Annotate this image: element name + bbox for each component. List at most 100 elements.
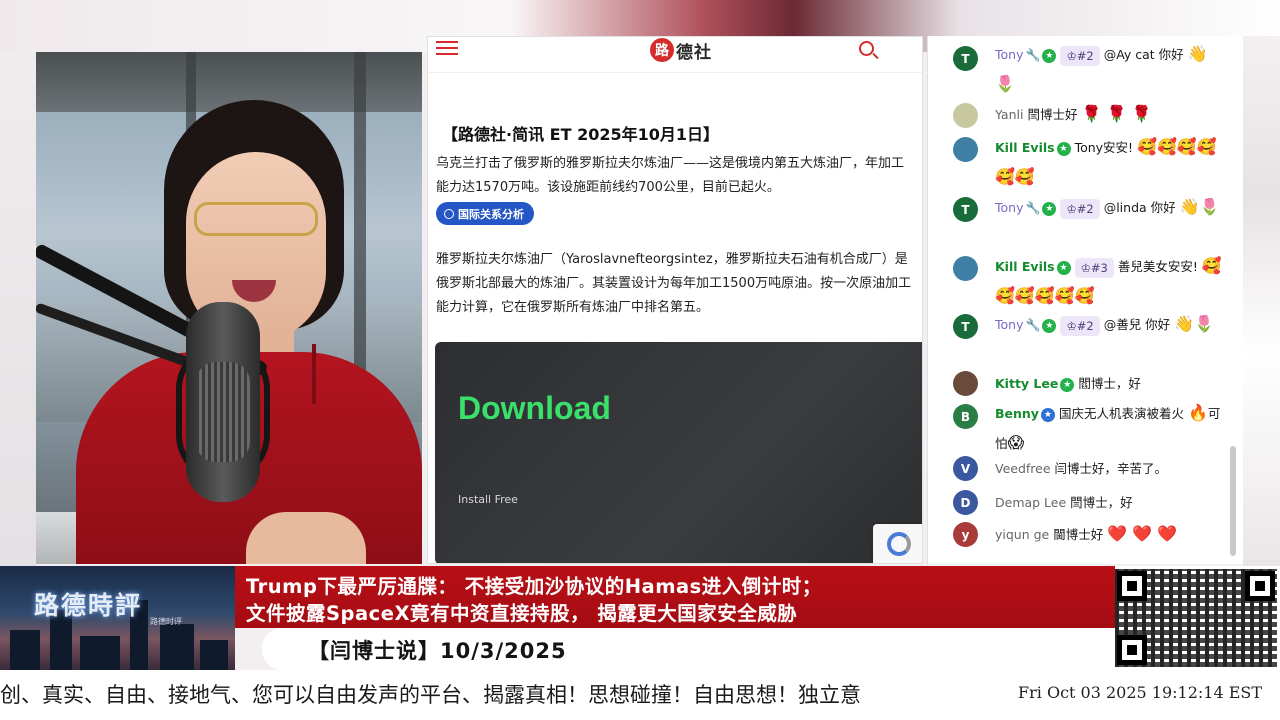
background-left [0,52,36,566]
qr-finder-pattern [1117,635,1147,665]
channel-logo-panel: 路德時評 路德时评 [0,566,235,670]
chat-text: Tony安安! [1074,140,1134,155]
category-tag-button[interactable]: 国际关系分析 [436,202,534,225]
wrench-icon: 🔧 [1025,48,1041,62]
moderator-badge-icon: ★ [1042,201,1057,216]
chat-emoji: 👋🌷 [1179,197,1220,216]
chat-username[interactable]: Kitty Lee [995,376,1058,391]
avatar[interactable] [953,103,978,128]
chat-message: Kitty Lee ★ 閻博士，好 [928,369,1228,399]
chat-username[interactable]: Kill Evils [995,259,1055,274]
category-tag-label: 国际关系分析 [458,207,524,221]
moderator-badge-icon: ★ [1042,318,1057,333]
search-icon[interactable] [859,41,874,56]
chat-text: 閆博士好 [1027,107,1078,122]
article-webpage: 路 德社 【路德社·简讯 ET 2025年10月1日】 乌克兰打击了俄罗斯的雅罗… [427,36,923,564]
chat-text: 闫博士好，辛苦了。 [1054,461,1168,476]
recaptcha-badge[interactable] [873,524,922,563]
chat-message: D Demap Lee 閆博士，好 [928,488,1228,518]
chat-username[interactable]: Demap Lee [995,495,1066,510]
advertisement-banner[interactable]: Download Install Free [435,342,922,563]
verified-badge-icon: ★ [1040,407,1055,422]
moderator-badge-icon: ★ [1042,48,1057,63]
chat-message: y yiqun ge 閫博士好 ❤️ ❤️ ❤️ [928,520,1228,550]
rank-badge: ♔#2 [1060,198,1100,219]
avatar[interactable] [953,256,978,281]
chat-text: @Ay cat 你好 [1103,47,1184,62]
clock: Fri Oct 03 2025 19:12:14 EST [1018,683,1263,702]
ad-install-text[interactable]: Install Free [458,493,518,506]
moderator-badge-icon: ★ [1056,141,1071,156]
avatar[interactable]: B [953,404,978,429]
qr-finder-pattern [1245,571,1275,601]
menu-icon[interactable] [436,41,458,55]
chat-emoji: 👋🌷 [1174,314,1215,333]
chat-text: 国庆无人机表演被着火 [1058,406,1184,421]
wrench-icon: 🔧 [1025,318,1041,332]
skyline-building [80,636,120,670]
chat-scrollbar[interactable] [1230,446,1236,556]
chat-message: Kill Evils ★ Tony安安! 🥰🥰🥰🥰🥰🥰 [928,133,1228,191]
chat-message: T Tony 🔧 ★ ♔#2 @善兒 你好 👋🌷 [928,310,1228,368]
moderator-badge-icon: ★ [1056,260,1071,275]
chat-username[interactable]: Tony [995,47,1023,62]
qr-finder-pattern [1117,571,1147,601]
skyline-building [200,640,228,670]
chat-username[interactable]: Veedfree [995,461,1051,476]
chat-text: 閆博士，好 [1070,495,1133,510]
circle-arrow-icon [444,208,454,219]
chat-username[interactable]: Yanli [995,107,1023,122]
rank-badge: ♔#2 [1060,45,1100,66]
live-chat: T Tony 🔧 ★ ♔#2 @Ay cat 你好 👋🌷 Yanli 閆博士好 🌹 🌹 … [927,36,1243,564]
chat-emoji: 🌹 🌹 🌹 [1081,104,1152,123]
chat-message: B Benny ★ 国庆无人机表演被着火 🔥可怕😱 [928,399,1228,457]
host-video [36,52,422,564]
avatar[interactable]: V [953,456,978,481]
moderator-badge-icon: ★ [1060,377,1075,392]
chat-text: @linda 你好 [1103,200,1176,215]
channel-logo-subtitle: 路德时评 [150,617,182,626]
fire-emoji: 🔥 [1187,403,1208,422]
chat-message: T Tony 🔧 ★ ♔#2 @Ay cat 你好 👋🌷 [928,40,1228,98]
show-title: 【闫博士说】10/3/2025 [308,639,567,663]
headline-line-2: 文件披露SpaceX竟有中资直接持股， 揭露更大国家安全威胁 [246,602,798,625]
chat-text: 善兒美女安安! [1117,259,1198,274]
host-glasses [194,202,318,236]
site-logo[interactable]: 路 德社 [650,37,716,63]
chat-username[interactable]: yiqun ge [995,527,1049,542]
headline-line-1: Trump下最严厉通牒： 不接受加沙协议的Hamas进入倒计时； [246,575,822,598]
chat-message: V Veedfree 闫博士好，辛苦了。 [928,454,1228,484]
background-right [1243,36,1280,566]
chat-emoji: ❤️ ❤️ ❤️ [1107,524,1178,543]
wrench-icon: 🔧 [1025,201,1041,215]
avatar[interactable]: D [953,490,978,515]
chat-text: 閫博士好 [1053,527,1104,542]
logo-text: 德社 [676,42,712,63]
article-header: 路 德社 [428,37,922,73]
avatar[interactable]: T [953,46,978,71]
chat-message: Yanli 閆博士好 🌹 🌹 🌹 [928,100,1228,132]
chat-text: @善兒 你好 [1103,317,1171,332]
chat-username[interactable]: Tony [995,200,1023,215]
skyline-building [10,630,40,670]
stream-screen: 路 德社 【路德社·简讯 ET 2025年10月1日】 乌克兰打击了俄罗斯的雅罗… [0,0,1280,720]
avatar[interactable] [953,371,978,396]
channel-logo: 路德時評 [34,591,143,620]
article-title: 【路德社·简讯 ET 2025年10月1日】 [442,125,719,144]
article-paragraph: 雅罗斯拉夫尔炼油厂（Yaroslavnefteorgsintez，雅罗斯拉夫石油… [436,252,912,315]
ad-download-text[interactable]: Download [458,390,611,427]
scream-emoji: 😱 [1007,433,1025,452]
chat-text: 閻博士，好 [1078,376,1141,391]
chat-username[interactable]: Tony [995,317,1023,332]
logo-badge: 路 [650,38,674,62]
rank-badge: ♔#3 [1074,257,1114,278]
ticker-text: 创、真实、自由、接地气、您可以自由发声的平台、揭露真相！思想碰撞！自由思想！独立… [0,683,861,707]
avatar[interactable]: y [953,522,978,547]
chat-message: T Tony 🔧 ★ ♔#2 @linda 你好 👋🌷 [928,193,1228,251]
chat-username[interactable]: Kill Evils [995,140,1055,155]
chat-username[interactable]: Benny [995,406,1039,421]
avatar[interactable]: T [953,197,978,222]
avatar[interactable]: T [953,314,978,339]
avatar[interactable] [953,137,978,162]
rank-badge: ♔#2 [1060,315,1100,336]
